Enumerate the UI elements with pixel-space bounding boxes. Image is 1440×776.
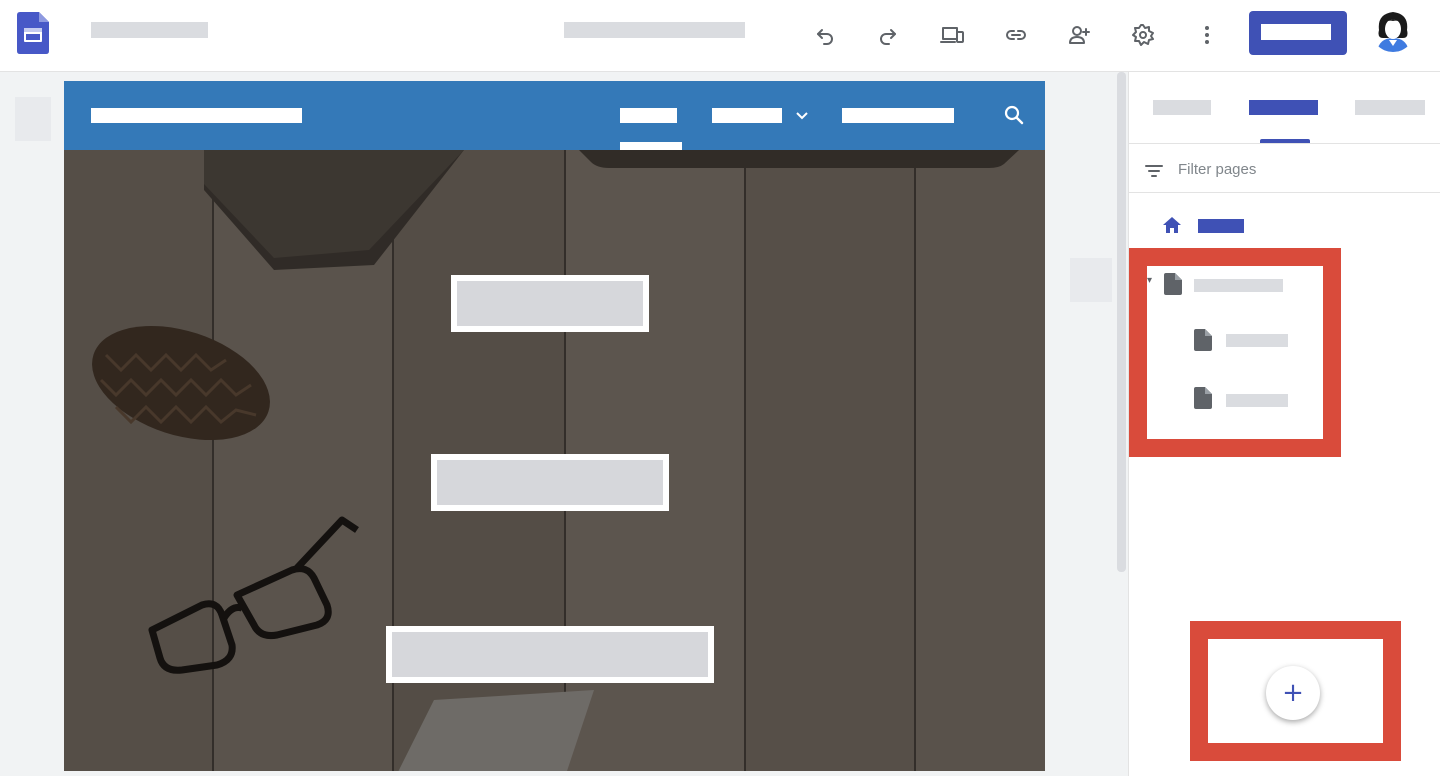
canvas-scrollbar[interactable] <box>1117 72 1126 572</box>
redo-icon[interactable] <box>873 20 903 50</box>
chevron-down-icon[interactable] <box>792 105 812 125</box>
filter-pages-input[interactable]: Filter pages <box>1178 161 1256 178</box>
divider <box>1129 192 1440 193</box>
undo-icon[interactable] <box>810 20 840 50</box>
subpage-icon <box>1194 387 1212 409</box>
link-icon[interactable] <box>1001 20 1031 50</box>
plus-icon: + <box>1282 678 1304 708</box>
site-title-placeholder[interactable] <box>91 22 208 38</box>
page-title-placeholder[interactable] <box>1194 279 1283 292</box>
hero-subtitle-placeholder[interactable] <box>431 454 669 511</box>
save-status-placeholder <box>564 22 745 38</box>
publish-button-label-placeholder <box>1261 24 1331 40</box>
canvas-side-control-right[interactable] <box>1070 258 1112 302</box>
top-app-bar <box>0 0 1440 72</box>
subpage-title-placeholder[interactable] <box>1226 334 1288 347</box>
more-vert-icon[interactable] <box>1192 20 1222 50</box>
tab-themes[interactable] <box>1355 100 1425 115</box>
filter-icon[interactable] <box>1143 160 1165 182</box>
avatar[interactable] <box>1371 8 1415 52</box>
subpage-icon <box>1194 329 1212 351</box>
nav-item-dropdown-placeholder[interactable] <box>712 108 782 123</box>
device-preview-icon[interactable] <box>937 20 967 50</box>
settings-icon[interactable] <box>1128 20 1158 50</box>
nav-active-indicator <box>620 142 682 150</box>
hero-title-placeholder[interactable] <box>451 275 649 332</box>
page-icon <box>1164 273 1182 295</box>
expand-caret-icon[interactable]: ▾ <box>1147 275 1152 286</box>
home-icon <box>1161 214 1183 236</box>
divider <box>1129 143 1440 144</box>
site-preview <box>64 81 1045 771</box>
site-name-placeholder[interactable] <box>91 108 302 123</box>
search-icon[interactable] <box>1002 103 1026 127</box>
tab-pages[interactable] <box>1249 100 1318 115</box>
nav-item-placeholder[interactable] <box>842 108 954 123</box>
hero-button-placeholder[interactable] <box>386 626 714 683</box>
google-sites-logo-icon[interactable] <box>17 12 49 54</box>
publish-button[interactable] <box>1249 11 1347 55</box>
hero-image <box>64 150 1045 771</box>
add-person-icon[interactable] <box>1064 20 1094 50</box>
home-page-label-placeholder[interactable] <box>1198 219 1244 233</box>
tab-insert[interactable] <box>1153 100 1211 115</box>
subpage-title-placeholder[interactable] <box>1226 394 1288 407</box>
site-header <box>64 81 1045 150</box>
add-page-button[interactable]: + <box>1266 666 1320 720</box>
nav-item-home-placeholder[interactable] <box>620 108 677 123</box>
canvas-side-control[interactable] <box>15 97 51 141</box>
